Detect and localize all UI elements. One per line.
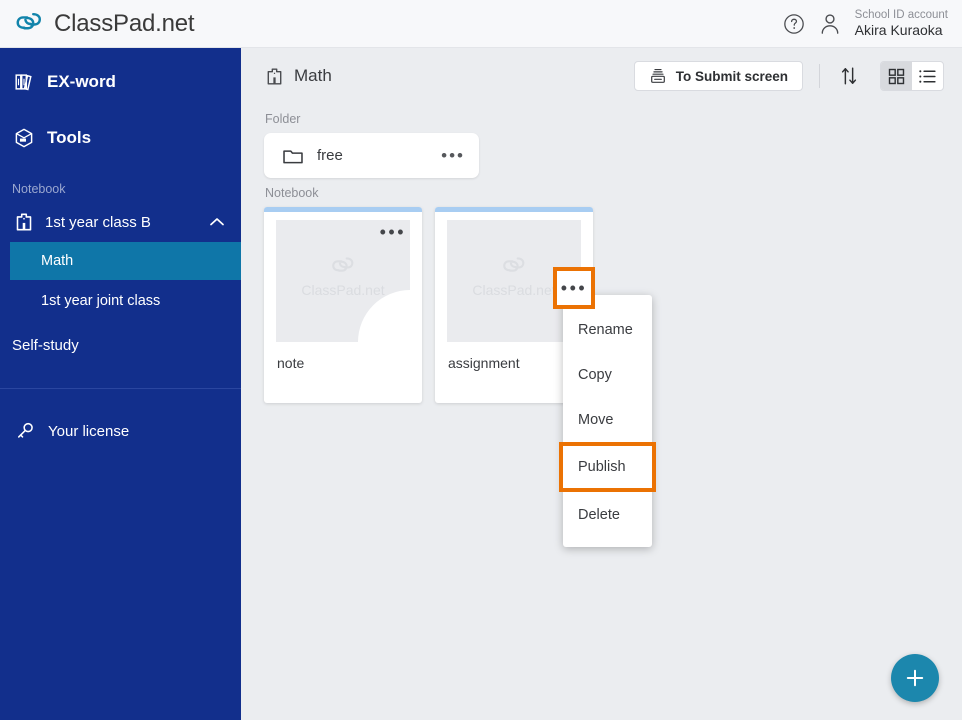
app-root: ClassPad.net School ID account Akira Kur… — [0, 0, 962, 720]
sidebar-item-self-study[interactable]: Self-study — [0, 328, 241, 362]
sidebar-item-class[interactable]: 1st year class B — [0, 204, 241, 240]
to-submit-screen-label: To Submit screen — [675, 68, 788, 84]
notebook-card-accent — [264, 207, 422, 212]
sort-button[interactable] — [836, 63, 862, 89]
notebook-watermark-text: ClassPad.net — [472, 282, 556, 298]
chain-link-icon — [332, 257, 354, 272]
brand[interactable]: ClassPad.net — [0, 9, 195, 39]
ellipsis-icon: ••• — [560, 278, 588, 298]
sidebar-item-joint-class[interactable]: 1st year joint class — [10, 282, 241, 320]
person-icon[interactable] — [819, 12, 841, 36]
notebook-name: note — [277, 355, 305, 371]
context-menu-item-label: Publish — [578, 459, 626, 475]
sort-arrows-icon — [841, 67, 857, 85]
context-menu-item-delete[interactable]: Delete — [563, 492, 652, 537]
books-icon — [15, 74, 32, 91]
folder-name: free — [317, 147, 343, 164]
sidebar-item-tools[interactable]: Tools — [0, 116, 241, 160]
page-title-text: Math — [294, 66, 332, 85]
notebook-section-label: Notebook — [265, 186, 319, 200]
context-menu-item-rename[interactable]: Rename — [563, 307, 652, 352]
folder-section-label: Folder — [265, 112, 301, 126]
question-circle-icon[interactable] — [783, 13, 805, 35]
sidebar-selfstudy-label: Self-study — [12, 336, 79, 354]
sidebar-item-label: Tools — [47, 128, 92, 147]
context-menu-item-label: Copy — [578, 366, 612, 383]
sidebar-class-label: 1st year class B — [45, 213, 151, 231]
list-view-button[interactable] — [912, 62, 943, 90]
school-building-icon — [267, 67, 282, 85]
add-button[interactable] — [891, 654, 939, 702]
plus-icon — [906, 669, 924, 687]
account-label: School ID account — [854, 8, 948, 21]
account-info[interactable]: School ID account Akira Kuraoka — [855, 9, 948, 38]
sidebar-license-label: Your license — [48, 422, 130, 440]
context-menu-item-label: Move — [578, 411, 614, 428]
sidebar-divider — [0, 388, 241, 389]
folder-list: free ••• — [241, 133, 962, 178]
brand-name: ClassPad.net — [54, 9, 195, 37]
to-submit-screen-button[interactable]: To Submit screen — [633, 61, 803, 91]
list-view-icon — [919, 69, 936, 83]
context-menu-item-copy[interactable]: Copy — [563, 352, 652, 397]
chain-link-icon — [503, 257, 525, 272]
context-menu-item-label: Delete — [578, 506, 620, 523]
page-title: Math — [264, 66, 332, 87]
sidebar-item-license[interactable]: Your license — [0, 411, 241, 451]
notebook-card[interactable]: ClassPad.net ••• note — [264, 207, 422, 403]
notebook-watermark: ClassPad.net — [276, 254, 410, 298]
sidebar-subitem-label: 1st year joint class — [41, 293, 161, 309]
submit-tray-icon — [650, 68, 665, 83]
chain-link-icon — [16, 12, 42, 29]
school-building-icon — [16, 213, 32, 231]
sidebar-item-exword[interactable]: EX-word — [0, 60, 241, 104]
sidebar-item-math[interactable]: Math — [10, 242, 241, 280]
sidebar-subitem-label: Math — [41, 253, 74, 269]
sidebar-item-label: EX-word — [47, 72, 116, 91]
notebook-menu-button[interactable]: ••• — [380, 223, 406, 241]
chevron-up-icon[interactable] — [209, 216, 225, 228]
notebook-menu-button-highlighted[interactable]: ••• — [553, 267, 595, 309]
grid-view-icon — [888, 68, 905, 84]
key-icon — [17, 422, 33, 438]
top-header: ClassPad.net School ID account Akira Kur… — [0, 0, 962, 48]
notebook-card-accent — [435, 207, 593, 212]
folder-card[interactable]: free ••• — [264, 133, 479, 178]
content-header: Math To Submit screen — [241, 48, 962, 104]
context-menu-item-label: Rename — [578, 321, 633, 338]
view-toggle — [880, 61, 944, 91]
content-header-actions: To Submit screen — [633, 61, 944, 91]
folder-menu-button[interactable]: ••• — [441, 147, 465, 164]
grid-view-button[interactable] — [881, 62, 912, 90]
sidebar-section-label: Notebook — [12, 182, 66, 196]
context-menu: Rename Copy Move Publish Delete — [559, 295, 656, 547]
header-right: School ID account Akira Kuraoka — [783, 9, 962, 38]
sidebar: EX-word Tools Notebook 1st year class B — [0, 48, 241, 720]
toolbox-icon — [15, 128, 33, 148]
context-menu-item-publish[interactable]: Publish — [559, 442, 656, 492]
notebook-name: assignment — [448, 355, 520, 371]
context-menu-item-move[interactable]: Move — [563, 397, 652, 442]
folder-icon — [283, 150, 303, 164]
account-name: Akira Kuraoka — [854, 22, 943, 39]
header-divider — [819, 64, 820, 88]
notebook-watermark-text: ClassPad.net — [301, 282, 385, 298]
